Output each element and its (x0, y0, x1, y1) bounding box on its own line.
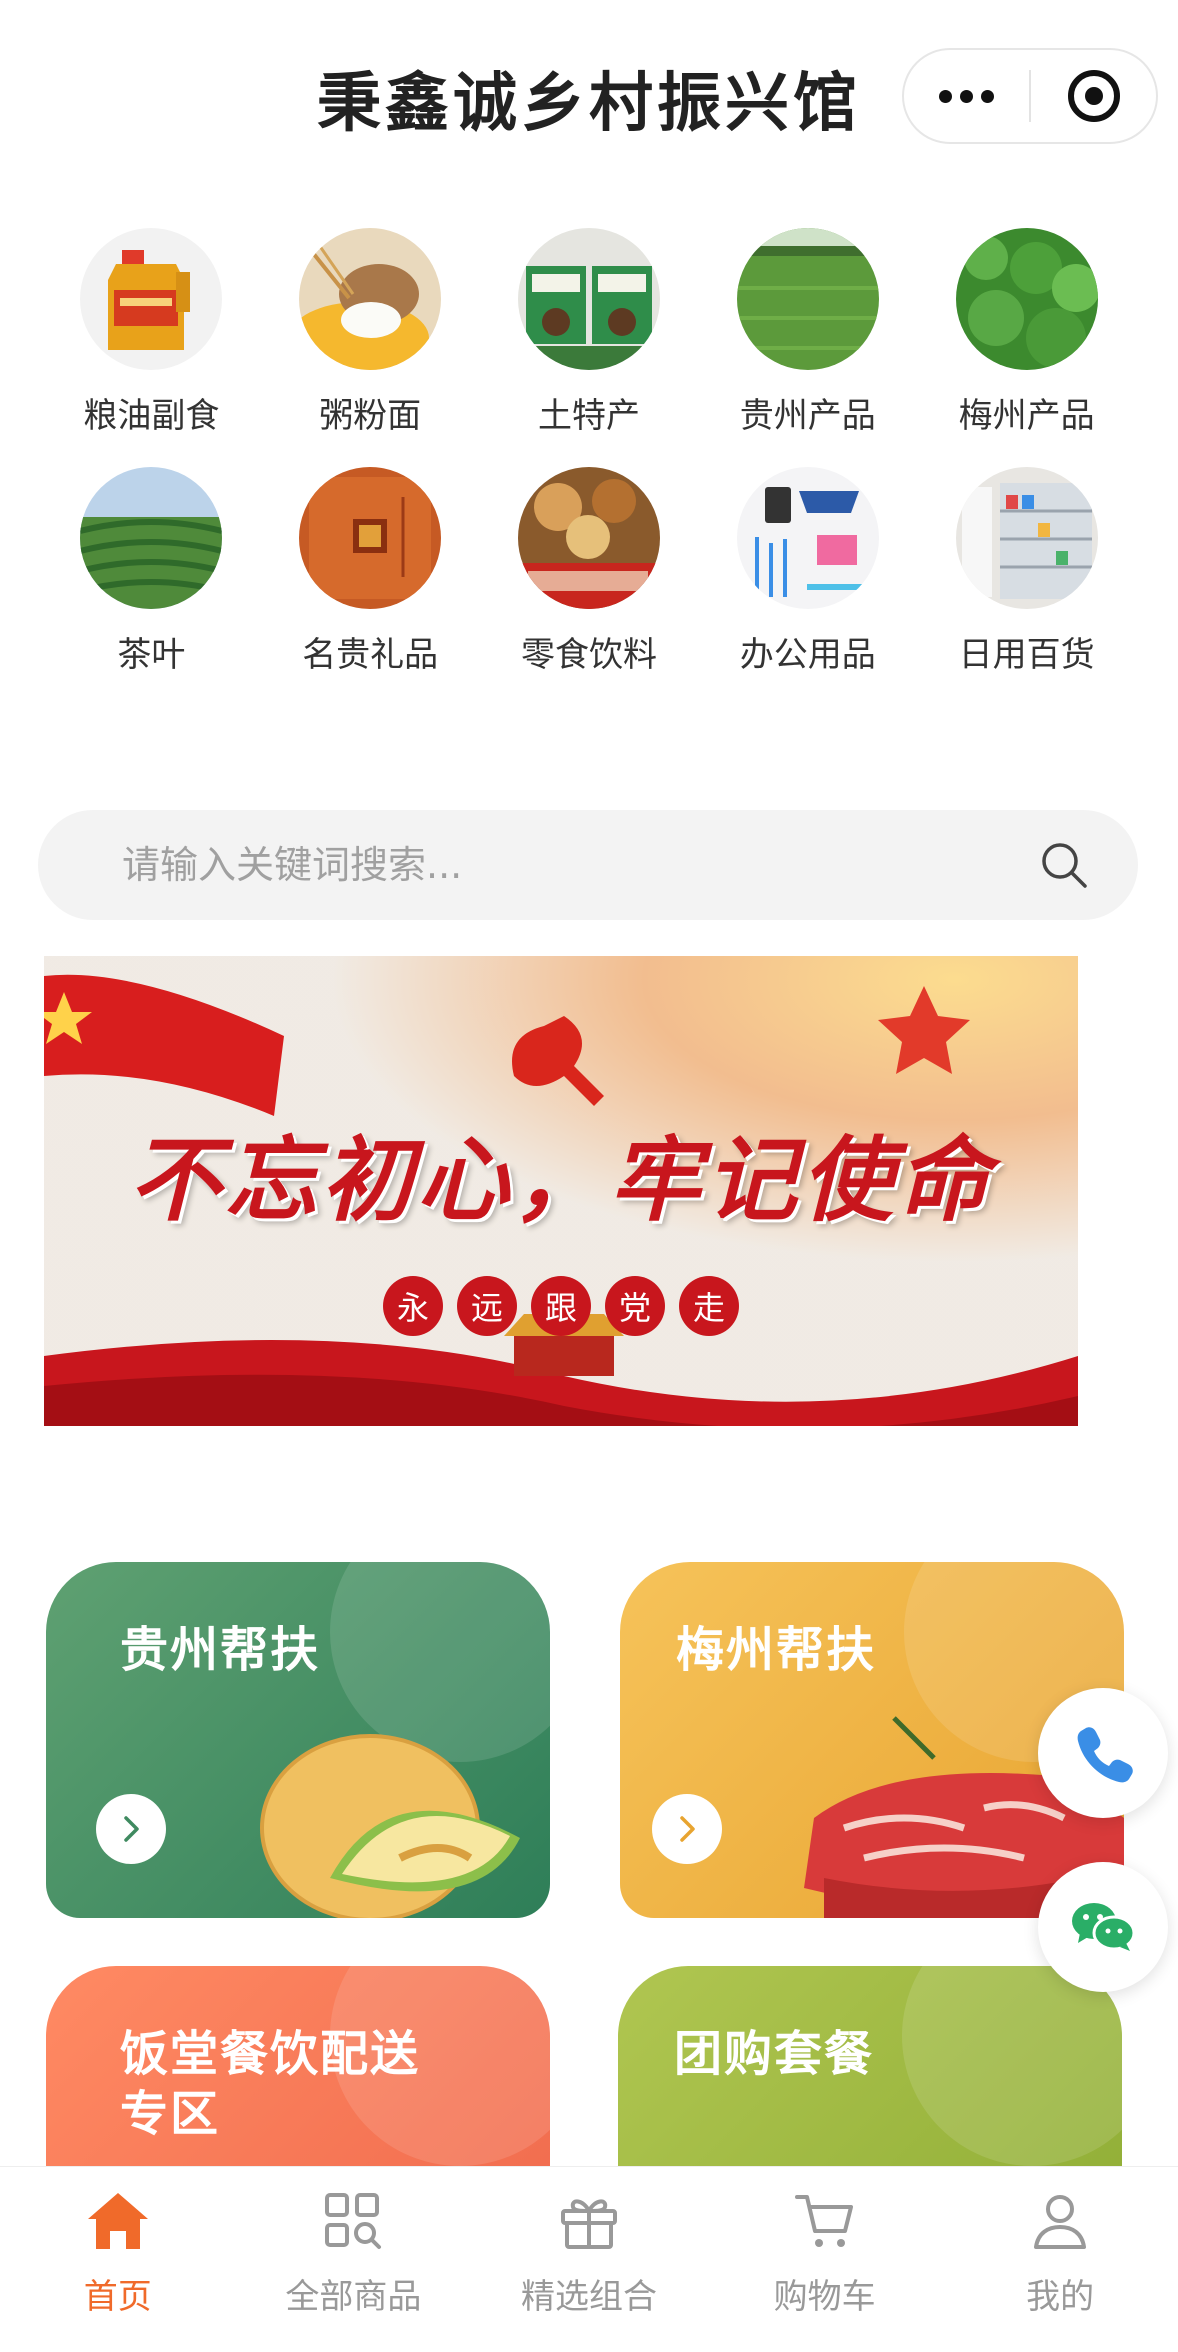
gift-box-image (299, 467, 442, 609)
category-item[interactable]: 粮油副食 (42, 228, 261, 437)
wechat-button[interactable] (1038, 1862, 1168, 1992)
card-title-line: 饭堂餐饮配送 (120, 2026, 421, 2082)
more-dots-icon (939, 89, 994, 103)
target-icon (1067, 70, 1120, 122)
wechat-icon (1072, 1903, 1136, 1951)
close-button[interactable] (1031, 50, 1156, 142)
category-label: 土特产 (537, 396, 640, 436)
tab-home[interactable]: 首页 (0, 2167, 236, 2352)
category-label: 粥粉面 (319, 396, 422, 436)
top-bar: 秉鑫诚乡村振兴馆 (0, 0, 1178, 190)
guizhou-aid-card[interactable]: 贵州帮扶 (46, 1562, 550, 1918)
chevron-right-icon[interactable] (96, 1794, 166, 1864)
search-bar[interactable] (38, 810, 1138, 920)
tab-label: 首页 (83, 2277, 152, 2317)
category-item[interactable]: 茶叶 (42, 467, 261, 676)
category-item[interactable]: 粥粉面 (261, 228, 480, 437)
category-label: 贵州产品 (739, 396, 876, 436)
category-item[interactable]: 名贵礼品 (261, 467, 480, 676)
flour-grain-image (299, 228, 442, 370)
category-item[interactable]: 零食饮料 (480, 467, 699, 676)
banner-sub-char: 跟 (531, 1276, 591, 1336)
phone-icon (1077, 1727, 1133, 1783)
category-label: 粮油副食 (83, 396, 220, 436)
local-specialty-image (517, 228, 660, 370)
category-grid: 粮油副食 粥粉面 土特产 贵州产品 梅州产品 茶叶 名贵礼品 零食饮料 办公用品… (0, 228, 1178, 676)
banner-sub-char: 走 (679, 1276, 739, 1336)
bottom-tab-bar: 首页 全部商品 精选组合 购物车 我的 (0, 2166, 1178, 2352)
category-label: 名贵礼品 (302, 635, 439, 675)
category-label: 日用百货 (958, 635, 1095, 675)
category-label: 茶叶 (117, 635, 186, 675)
grid-search-icon (325, 2193, 382, 2249)
user-icon (1034, 2195, 1087, 2249)
search-icon[interactable] (1038, 839, 1090, 891)
tab-all-products[interactable]: 全部商品 (236, 2167, 472, 2352)
snacks-image (517, 467, 660, 609)
tab-cart[interactable]: 购物车 (707, 2167, 943, 2352)
search-input[interactable] (122, 843, 1038, 887)
green-plants-image (955, 228, 1098, 370)
tab-label: 购物车 (773, 2277, 876, 2317)
category-item[interactable]: 贵州产品 (698, 228, 917, 437)
cart-icon (794, 2195, 853, 2247)
category-item[interactable]: 土特产 (480, 228, 699, 437)
tab-label: 我的 (1026, 2277, 1095, 2317)
category-label: 梅州产品 (958, 396, 1095, 436)
category-label: 办公用品 (739, 635, 876, 675)
home-icon (87, 2193, 148, 2249)
banner-slogan: 不忘初心，牢记使命 (128, 1126, 993, 1234)
chevron-right-icon[interactable] (652, 1794, 722, 1864)
melon-image (260, 1734, 520, 1918)
category-label: 零食饮料 (520, 635, 657, 675)
promo-banner[interactable]: 不忘初心，牢记使命 永 远 跟 党 走 (44, 956, 1078, 1426)
banner-sub-char: 远 (457, 1276, 517, 1336)
card-title: 贵州帮扶 (120, 1622, 321, 1678)
store-shelf-image (955, 467, 1098, 609)
category-item[interactable]: 日用百货 (917, 467, 1136, 676)
banner-sub-char: 党 (605, 1276, 665, 1336)
category-item[interactable]: 梅州产品 (917, 228, 1136, 437)
tea-garden-image (80, 467, 223, 609)
tab-profile[interactable]: 我的 (942, 2167, 1178, 2352)
card-title: 饭堂餐饮配送 专区 (120, 2024, 420, 2144)
gift-icon (560, 2199, 617, 2249)
tab-label: 全部商品 (285, 2277, 422, 2317)
rice-field-image (736, 228, 879, 370)
mini-program-capsule (902, 48, 1158, 144)
banner-subtitle: 永 远 跟 党 走 (44, 1276, 1078, 1336)
cooking-oil-image (80, 228, 223, 370)
card-title: 团购套餐 (674, 2026, 875, 2082)
stationery-image (736, 467, 879, 609)
card-title: 梅州帮扶 (676, 1622, 877, 1678)
decorative-circle (902, 1966, 1122, 2166)
banner-sub-char: 永 (383, 1276, 443, 1336)
phone-button[interactable] (1038, 1688, 1168, 1818)
card-title-line: 专区 (120, 2086, 221, 2142)
category-item[interactable]: 办公用品 (698, 467, 917, 676)
tab-featured-combos[interactable]: 精选组合 (471, 2167, 707, 2352)
more-button[interactable] (904, 50, 1029, 142)
tab-label: 精选组合 (520, 2277, 657, 2317)
